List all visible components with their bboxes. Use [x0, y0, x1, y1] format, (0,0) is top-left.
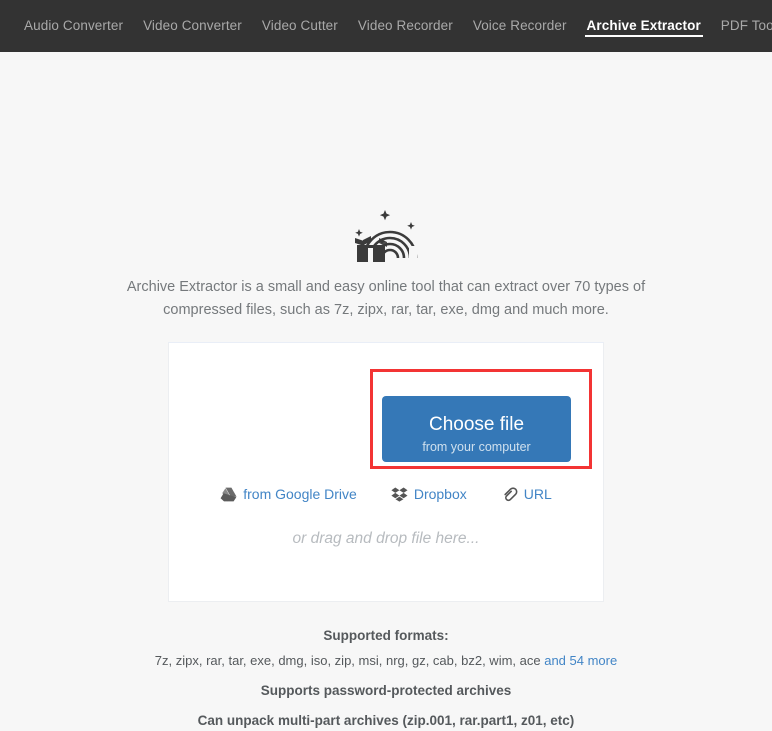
google-drive-icon	[220, 487, 237, 502]
choose-file-label: Choose file	[428, 414, 525, 435]
footer-section: Supported formats: 7z, zipx, rar, tar, e…	[0, 602, 772, 728]
intro-line-2: compressed files, such as 7z, zipx, rar,…	[163, 302, 609, 318]
nav-item-pdf-tools[interactable]: PDF Tools	[711, 0, 772, 52]
nav-item-archive-extractor[interactable]: Archive Extractor	[577, 0, 711, 52]
google-drive-label: from Google Drive	[243, 486, 357, 502]
dropbox-link[interactable]: Dropbox	[391, 486, 467, 502]
nav-item-video-recorder[interactable]: Video Recorder	[348, 0, 463, 52]
dropbox-label: Dropbox	[413, 486, 467, 502]
nav-item-video-converter[interactable]: Video Converter	[133, 0, 252, 52]
drag-and-drop-hint[interactable]: or drag and drop file here...	[168, 530, 604, 548]
nav-item-voice-recorder[interactable]: Voice Recorder	[463, 0, 577, 52]
dropbox-icon	[391, 487, 408, 502]
choose-file-sublabel: from your computer	[422, 440, 531, 454]
upload-panel	[168, 342, 604, 602]
password-protected-note: Supports password-protected archives	[260, 683, 512, 698]
choose-file-button[interactable]: Choose file from your computer	[382, 396, 571, 462]
url-link[interactable]: URL	[501, 486, 552, 502]
logo-container	[0, 202, 772, 269]
formats-text: 7z, zipx, rar, tar, exe, dmg, iso, zip, …	[154, 653, 545, 668]
top-navigation-bar: Audio Converter Video Converter Video Cu…	[0, 0, 772, 52]
and-more-formats-link[interactable]: and 54 more	[544, 653, 617, 668]
supported-formats-heading: Supported formats:	[323, 628, 449, 643]
intro-description: Archive Extractor is a small and easy on…	[0, 276, 772, 322]
box-rainbow-icon	[355, 210, 418, 262]
nav-item-video-cutter[interactable]: Video Cutter	[252, 0, 348, 52]
url-label: URL	[523, 486, 552, 502]
supported-formats-list: 7z, zipx, rar, tar, exe, dmg, iso, zip, …	[0, 649, 772, 672]
hero-section: Archive Extractor is a small and easy on…	[0, 52, 772, 342]
intro-line-1: Archive Extractor is a small and easy on…	[126, 279, 646, 295]
google-drive-link[interactable]: from Google Drive	[220, 486, 357, 502]
paperclip-icon	[501, 486, 518, 502]
cloud-source-row: from Google Drive Dropbox URL	[168, 486, 604, 502]
nav-item-audio-converter[interactable]: Audio Converter	[14, 0, 133, 52]
